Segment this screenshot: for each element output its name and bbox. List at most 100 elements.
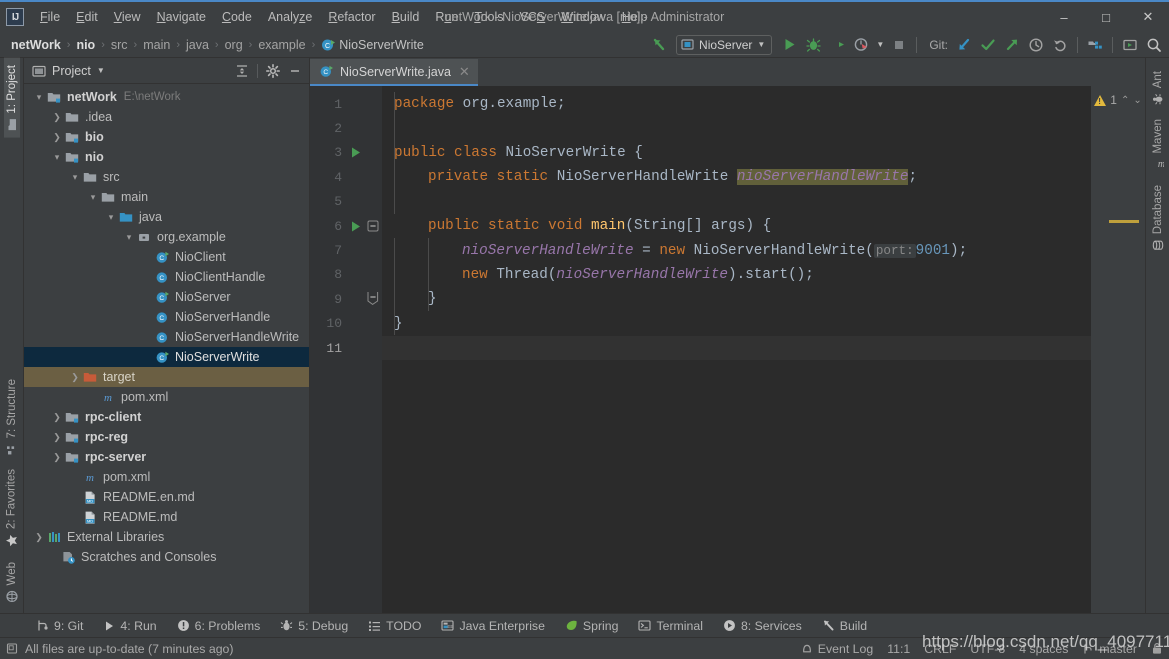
menu-tools[interactable]: Tools [466,6,511,28]
run-with-coverage-icon[interactable] [826,34,848,56]
breadcrumb-nio[interactable]: nio [73,36,98,54]
git-push-icon[interactable] [1001,34,1023,56]
tool-window-todo[interactable]: TODO [358,616,431,636]
chevron-right-icon[interactable]: ❯ [50,452,64,463]
breadcrumb-example[interactable]: example [255,36,308,54]
chevron-right-icon[interactable]: ❯ [50,132,64,143]
menu-navigate[interactable]: Navigate [149,6,214,28]
tree-node-network[interactable]: ▾ netWork E:\netWork [24,87,309,107]
menu-view[interactable]: View [106,6,149,28]
sidebar-item-favorites[interactable]: 2: Favorites [3,462,20,554]
git-update-icon[interactable] [953,34,975,56]
menu-code[interactable]: Code [214,6,260,28]
sidebar-item-web[interactable]: Web [4,555,20,609]
code-area[interactable]: package org.example; public class NioSer… [382,86,1091,613]
sidebar-item-maven[interactable]: m Maven [1150,112,1166,178]
close-icon[interactable]: ✕ [459,64,470,80]
file-encoding[interactable]: UTF-8 [970,642,1005,656]
menu-file[interactable]: FFileile [32,6,68,28]
breadcrumb-src[interactable]: src [108,36,131,54]
tree-node-external-libraries[interactable]: ❯ External Libraries [24,527,309,547]
inspection-summary[interactable]: 1 ⌃ ⌄ [1094,86,1142,110]
menu-vcs[interactable]: VCS [512,6,554,28]
chevron-right-icon[interactable]: ❯ [50,432,64,443]
chevron-down-icon[interactable]: ▾ [50,152,64,163]
search-everywhere-icon[interactable] [1143,34,1165,56]
run-method-gutter-icon[interactable] [346,220,364,233]
tree-node-nioserverwrite[interactable]: C NioServerWrite [24,347,309,367]
tree-node-rpc-client[interactable]: ❯ rpc-client [24,407,309,427]
chevron-down-icon[interactable]: ▾ [86,192,100,203]
tree-node-java[interactable]: ▾ java [24,207,309,227]
caret-position[interactable]: 11:1 [887,642,910,656]
tool-window-git[interactable]: 9: Git [26,616,93,636]
run-configuration-selector[interactable]: NioServer ▼ [676,34,773,55]
event-log-button[interactable]: Event Log [801,642,873,656]
chevron-down-icon[interactable]: ▾ [104,212,118,223]
run-anything-icon[interactable] [1119,34,1141,56]
tree-node-nio[interactable]: ▾ nio [24,147,309,167]
menu-edit[interactable]: Edit [68,6,106,28]
prev-problem-icon[interactable]: ⌃ [1121,95,1129,106]
menu-window[interactable]: Window [553,6,613,28]
tool-window-problems[interactable]: 6: Problems [167,616,271,636]
breadcrumb-netwoark[interactable]: netWork [8,36,64,54]
tree-node-nioclienthandle[interactable]: C NioClientHandle [24,267,309,287]
tool-window-run[interactable]: 4: Run [93,616,166,636]
tree-node-nioserverhandlewrite[interactable]: C NioServerHandleWrite [24,327,309,347]
chevron-down-icon[interactable]: ▾ [68,172,82,183]
chevron-right-icon[interactable]: ❯ [32,532,46,543]
history-icon[interactable] [1025,34,1047,56]
chevron-down-icon[interactable]: ▼ [97,66,105,75]
tool-window-build[interactable]: Build [812,616,877,636]
breadcrumb-class[interactable]: C NioServerWrite [318,36,427,54]
tool-window-spring[interactable]: Spring [555,616,629,636]
menu-analyze[interactable]: Analyze [260,6,320,28]
warning-marker[interactable] [1109,220,1139,223]
tool-window-terminal[interactable]: Terminal [628,616,712,636]
chevron-right-icon[interactable]: ❯ [68,372,82,383]
next-problem-icon[interactable]: ⌄ [1133,95,1141,106]
sidebar-item-database[interactable]: Database [1150,178,1166,258]
stop-icon[interactable] [888,34,910,56]
tree-node-pom-root[interactable]: m pom.xml [24,467,309,487]
breadcrumb-java[interactable]: java [183,36,212,54]
tree-node-nioserver[interactable]: C NioServer [24,287,309,307]
tree-node-nioclient[interactable]: C NioClient [24,247,309,267]
tool-window-java-enterprise[interactable]: EE Java Enterprise [431,616,554,636]
chevron-right-icon[interactable]: ❯ [50,112,64,123]
sidebar-item-structure[interactable]: 7: Structure [4,372,20,462]
tree-node-scratches[interactable]: Scratches and Consoles [24,547,309,567]
vcs-branch[interactable]: master [1082,642,1137,656]
close-button[interactable]: ✕ [1127,2,1169,32]
menu-help[interactable]: Help [614,6,656,28]
rollback-icon[interactable] [1049,34,1071,56]
run-class-gutter-icon[interactable] [346,146,364,159]
breadcrumb-main[interactable]: main [140,36,173,54]
chevron-down-icon[interactable]: ▾ [32,92,46,103]
tree-node-src[interactable]: ▾ src [24,167,309,187]
line-separator[interactable]: CRLF [924,642,956,656]
breadcrumb-org[interactable]: org [222,36,246,54]
tree-node-readme-en[interactable]: MD README.en.md [24,487,309,507]
menu-build[interactable]: Build [384,6,428,28]
tree-node-rpc-server[interactable]: ❯ rpc-server [24,447,309,467]
fold-region-end-icon[interactable] [366,292,380,306]
read-only-lock-icon[interactable] [1151,642,1163,655]
tool-window-debug[interactable]: 5: Debug [270,616,358,636]
profiler-icon[interactable] [850,34,872,56]
git-commit-icon[interactable] [977,34,999,56]
chevron-down-icon[interactable]: ▾ [122,232,136,243]
hide-panel-icon[interactable] [285,61,305,81]
tool-window-services[interactable]: 8: Services [713,616,812,636]
profiler-dropdown-icon[interactable]: ▼ [874,34,886,56]
project-structure-icon[interactable] [1084,34,1106,56]
fold-collapse-icon[interactable] [366,220,380,232]
sidebar-item-ant[interactable]: Ant [1150,64,1166,112]
gear-icon[interactable] [263,61,283,81]
editor-tab-nioserverwrite[interactable]: C NioServerWrite.java ✕ [310,59,478,86]
collapse-all-icon[interactable] [232,61,252,81]
tree-node-nioserverhandle[interactable]: C NioServerHandle [24,307,309,327]
debug-icon[interactable] [802,34,824,56]
tree-node-readme[interactable]: MD README.md [24,507,309,527]
